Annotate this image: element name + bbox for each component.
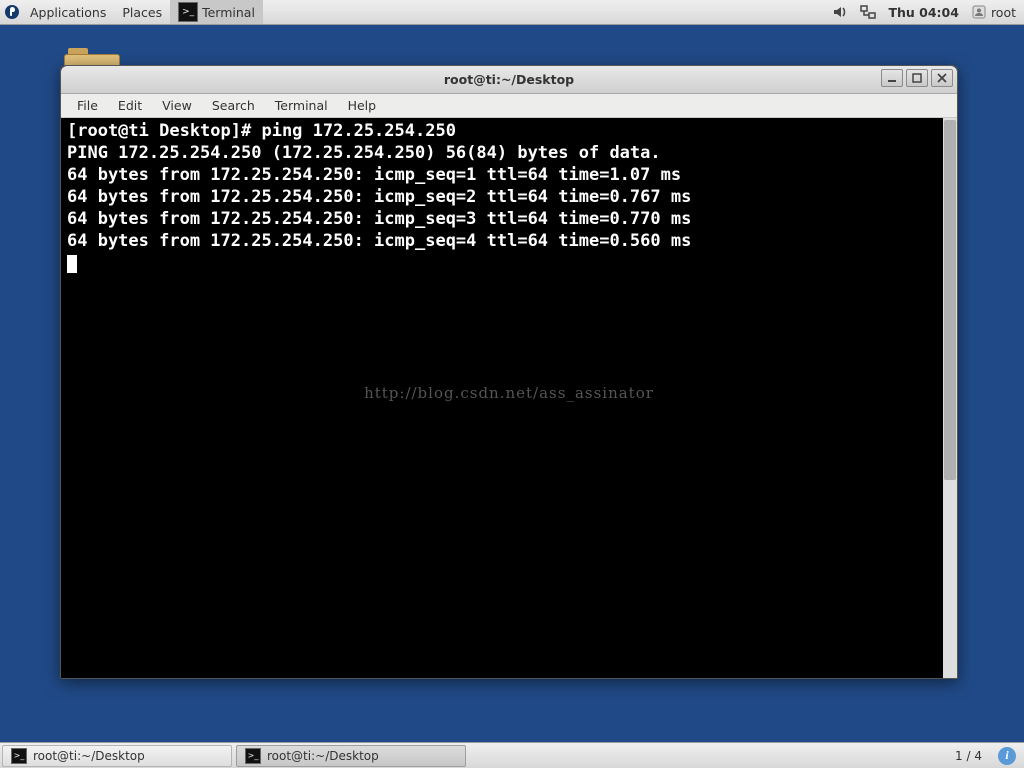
menu-search-label: Search xyxy=(212,98,255,113)
taskbar-item-2-label: root@ti:~/Desktop xyxy=(267,749,379,763)
terminal-icon: >_ xyxy=(245,748,261,764)
menu-help[interactable]: Help xyxy=(338,98,387,113)
terminal-prompt: [root@ti Desktop]# xyxy=(67,121,261,141)
network-icon[interactable] xyxy=(860,4,876,20)
top-panel: Applications Places >_ Terminal Thu 04:0… xyxy=(0,0,1024,25)
terminal-cursor xyxy=(67,255,77,273)
panel-task-terminal[interactable]: >_ Terminal xyxy=(170,0,263,24)
terminal-window: root@ti:~/Desktop File Edit View Search … xyxy=(60,65,958,679)
ping-line-1: 64 bytes from 172.25.254.250: icmp_seq=1… xyxy=(67,165,681,185)
scrollbar-thumb[interactable] xyxy=(944,120,956,480)
terminal-body[interactable]: [root@ti Desktop]# ping 172.25.254.250 P… xyxy=(61,118,957,678)
terminal-command: ping 172.25.254.250 xyxy=(261,121,455,141)
menu-edit[interactable]: Edit xyxy=(108,98,152,113)
volume-icon[interactable] xyxy=(832,4,848,20)
menu-terminal[interactable]: Terminal xyxy=(265,98,338,113)
menu-file-label: File xyxy=(77,98,98,113)
ping-line-4: 64 bytes from 172.25.254.250: icmp_seq=4… xyxy=(67,231,691,251)
taskbar-item-1-label: root@ti:~/Desktop xyxy=(33,749,145,763)
terminal-output: [root@ti Desktop]# ping 172.25.254.250 P… xyxy=(67,120,941,274)
menu-file[interactable]: File xyxy=(67,98,108,113)
ping-line-3: 64 bytes from 172.25.254.250: icmp_seq=3… xyxy=(67,209,691,229)
taskbar-item-2[interactable]: >_ root@ti:~/Desktop xyxy=(236,745,466,767)
menu-edit-label: Edit xyxy=(118,98,142,113)
bottom-panel: >_ root@ti:~/Desktop >_ root@ti:~/Deskto… xyxy=(0,742,1024,768)
watermark-text: http://blog.csdn.net/ass_assinator xyxy=(61,384,957,402)
menu-places-label: Places xyxy=(122,5,162,20)
terminal-icon: >_ xyxy=(11,748,27,764)
menu-view[interactable]: View xyxy=(152,98,202,113)
window-close-button[interactable] xyxy=(931,69,953,87)
menu-view-label: View xyxy=(162,98,192,113)
workspace-indicator[interactable]: 1 / 4 xyxy=(947,749,990,763)
workspace-label: 1 / 4 xyxy=(955,749,982,763)
user-label: root xyxy=(991,5,1016,20)
user-icon xyxy=(971,4,987,20)
terminal-scrollbar[interactable] xyxy=(943,118,957,678)
menu-applications[interactable]: Applications xyxy=(22,0,114,24)
panel-task-terminal-label: Terminal xyxy=(202,5,255,20)
window-maximize-button[interactable] xyxy=(906,69,928,87)
menu-applications-label: Applications xyxy=(30,5,106,20)
window-title: root@ti:~/Desktop xyxy=(61,72,957,87)
menu-help-label: Help xyxy=(348,98,377,113)
window-titlebar[interactable]: root@ti:~/Desktop xyxy=(61,66,957,94)
window-minimize-button[interactable] xyxy=(881,69,903,87)
user-menu[interactable]: root xyxy=(971,4,1016,20)
menu-terminal-label: Terminal xyxy=(275,98,328,113)
fedora-logo-icon xyxy=(4,4,20,20)
terminal-icon: >_ xyxy=(178,2,198,22)
ping-header: PING 172.25.254.250 (172.25.254.250) 56(… xyxy=(67,143,661,163)
clock[interactable]: Thu 04:04 xyxy=(888,5,958,20)
menu-search[interactable]: Search xyxy=(202,98,265,113)
ping-line-2: 64 bytes from 172.25.254.250: icmp_seq=2… xyxy=(67,187,691,207)
terminal-menubar: File Edit View Search Terminal Help xyxy=(61,94,957,118)
info-icon[interactable]: i xyxy=(998,747,1016,765)
taskbar-item-1[interactable]: >_ root@ti:~/Desktop xyxy=(2,745,232,767)
menu-places[interactable]: Places xyxy=(114,0,170,24)
